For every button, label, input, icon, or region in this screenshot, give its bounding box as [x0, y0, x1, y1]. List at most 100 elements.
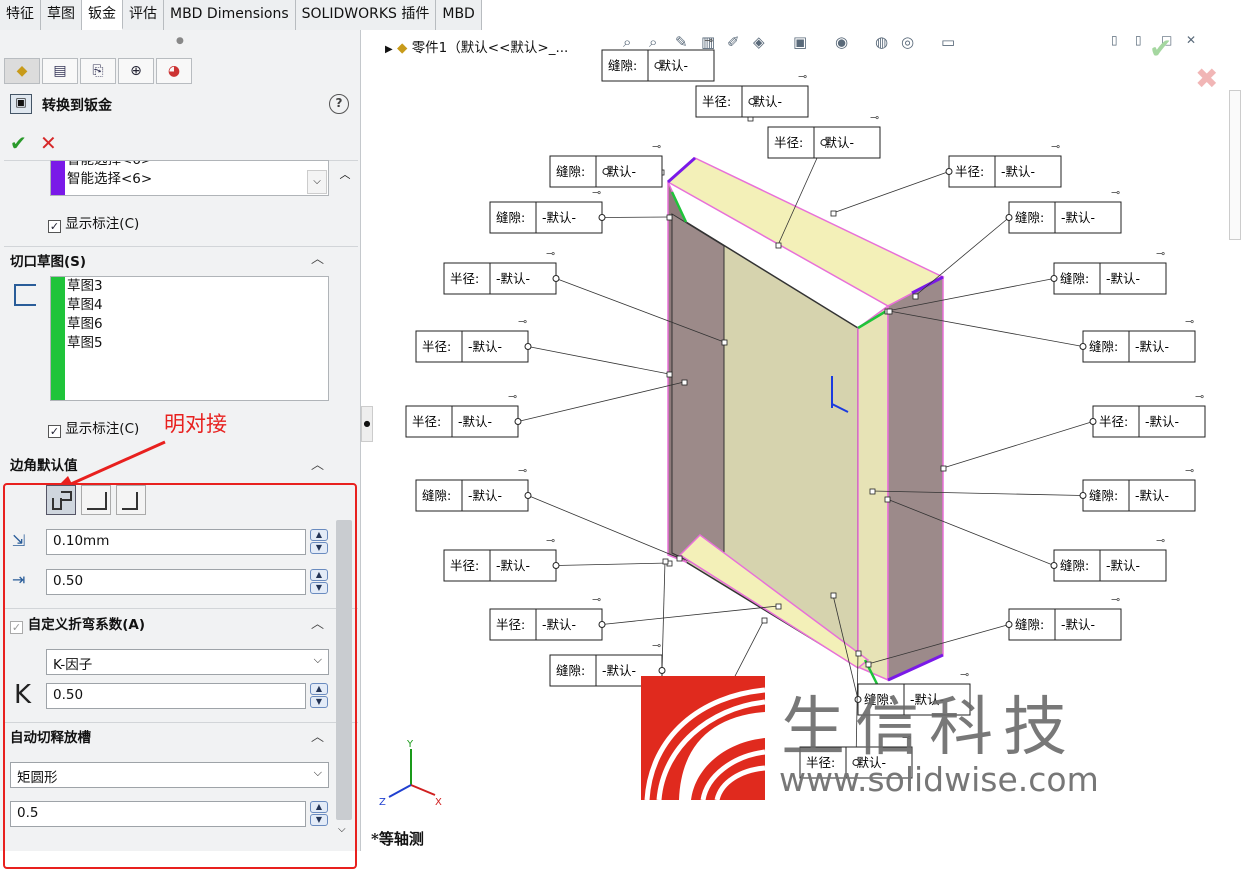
callout-value: -默认- — [496, 271, 530, 286]
display-manager-icon[interactable]: ◕ — [156, 58, 192, 84]
pin-icon: ⊸ — [870, 111, 879, 124]
relief-section-title[interactable]: 自动切释放槽 — [10, 726, 91, 746]
callout-value: -默认- — [1145, 414, 1179, 429]
callout-anchor — [1050, 562, 1058, 569]
underlap-corner-icon[interactable] — [116, 485, 146, 515]
callout-anchor — [598, 214, 606, 221]
gap-spinner[interactable]: ▲ ▼ — [310, 529, 328, 555]
ok-button[interactable]: ✔ — [10, 131, 27, 155]
attach-point — [830, 592, 837, 599]
callout-label: 缝隙: — [1015, 210, 1044, 225]
callout-value: -默认- — [1106, 558, 1140, 573]
panel-scroll-down[interactable]: ⌵ — [338, 824, 346, 835]
k-factor-spinner[interactable]: ▲ ▼ — [310, 683, 328, 709]
pin-icon: ⊸ — [592, 186, 601, 199]
callout-label: 缝隙: — [1089, 488, 1118, 503]
leader-line — [832, 171, 950, 214]
attach-point — [676, 555, 683, 562]
overlap-corner-icon[interactable] — [81, 485, 111, 515]
tab-sheet-metal[interactable]: 钣金 — [82, 0, 123, 30]
pin-icon: ⊸ — [1156, 247, 1165, 260]
dimxpert-manager-icon[interactable]: ⊕ — [118, 58, 154, 84]
pin-icon: ⊸ — [1111, 186, 1120, 199]
tab-mbd[interactable]: MBD — [436, 0, 482, 30]
tab-evaluate[interactable]: 评估 — [123, 0, 164, 30]
callout-value: -默认- — [542, 617, 576, 632]
leader-line — [555, 562, 670, 566]
attach-point — [940, 465, 947, 472]
leader-line — [661, 560, 666, 671]
tab-features[interactable]: 特征 — [0, 0, 41, 30]
x-axis — [410, 784, 436, 796]
help-icon[interactable]: ? — [329, 94, 349, 114]
relief-type-select[interactable]: 矩圆形 ⌵ — [10, 762, 329, 788]
leader-line — [601, 216, 670, 218]
panel-scrollbar[interactable] — [336, 520, 352, 820]
relief-ratio-spinner[interactable]: ▲ ▼ — [310, 801, 328, 827]
pin-icon: ⊸ — [518, 315, 527, 328]
corner-section-title[interactable]: 边角默认值 — [10, 454, 78, 474]
callout-label: 半径: — [774, 135, 803, 150]
watermark-text: 生信科技 — [781, 691, 1077, 765]
bend-allowance-checkbox[interactable]: ✓ 自定义折弯系数(A) — [10, 613, 145, 634]
configuration-manager-icon[interactable]: ⎘ — [80, 58, 116, 84]
open-butt-corner-icon[interactable] — [46, 485, 76, 515]
command-manager-tabs: 特征 草图 钣金 评估 MBD Dimensions SOLIDWORKS 插件… — [0, 0, 482, 30]
collapse-icon[interactable]: ︿ — [311, 454, 324, 473]
attach-point — [855, 650, 862, 657]
bend-type-select[interactable]: K-因子 ⌵ — [46, 649, 329, 675]
collapse-icon[interactable]: ︿ — [311, 248, 324, 267]
callout-label: 半径: — [702, 94, 731, 109]
pin-icon: ⊸ — [652, 140, 661, 153]
feature-manager-icon[interactable]: ◆ — [4, 58, 40, 84]
overlap-ratio-spinner[interactable]: ▲ ▼ — [310, 569, 328, 595]
pin-icon: ⊸ — [1156, 534, 1165, 547]
callout-label: 半径: — [450, 271, 479, 286]
callout-label: 缝隙: — [422, 488, 451, 503]
callout-anchor — [1050, 275, 1058, 282]
collapse-icon[interactable]: ︿ — [311, 613, 324, 632]
callout-value: -默认- — [496, 558, 530, 573]
pin-icon: ⊸ — [1111, 593, 1120, 606]
attach-point — [886, 308, 893, 315]
attach-point — [775, 242, 782, 249]
callout-value: -默认- — [1106, 271, 1140, 286]
callout-anchor — [524, 492, 532, 499]
callout-anchor — [945, 168, 953, 175]
callout-value: -默认- — [1001, 164, 1035, 179]
leader-line — [942, 421, 1094, 469]
callout-anchor — [1089, 418, 1097, 425]
pin-icon: ⊸ — [1185, 315, 1194, 328]
watermark-url: www.solidwise.com — [779, 760, 1099, 799]
callout-value: -默认- — [1061, 617, 1095, 632]
leader-line — [527, 495, 680, 559]
attach-point — [912, 293, 919, 300]
sketch-list[interactable]: 草图3 草图4 草图6 草图5 — [50, 276, 329, 401]
overlap-ratio-input[interactable]: 0.50 — [46, 569, 306, 595]
k-factor-input[interactable]: 0.50 — [46, 683, 306, 709]
gap-input[interactable]: 0.10mm — [46, 529, 306, 555]
tab-sketch[interactable]: 草图 — [41, 0, 82, 30]
panel-scroll-up[interactable]: ︿ — [336, 166, 354, 186]
convert-sheet-metal-icon: ▣ — [10, 94, 32, 114]
attach-point — [865, 661, 872, 668]
callout-label: 缝隙: — [1060, 271, 1089, 286]
splitter-handle[interactable]: ● — [176, 36, 184, 46]
graphics-area[interactable]: ● ⌕ ⌕ ✎ ▥ ✐ ◈ ▣ ◉ ◍ ◎ ▭ ▯ ▯ □ ✕ ▶ ◆ 零件1（… — [361, 30, 1241, 851]
tab-solidworks-addins[interactable]: SOLIDWORKS 插件 — [295, 0, 437, 30]
pin-icon: ⊸ — [518, 464, 527, 477]
callout-value: -默认- — [468, 339, 502, 354]
relief-ratio-input[interactable]: 0.5 — [10, 801, 306, 827]
sketch-section-title[interactable]: 切口草图(S) — [10, 250, 86, 270]
callout-label: 半径: — [955, 164, 984, 179]
callout-label: 半径: — [496, 617, 525, 632]
tab-mbd-dimensions[interactable]: MBD Dimensions — [164, 0, 296, 30]
cancel-button[interactable]: ✕ — [40, 131, 57, 155]
show-annotations-checkbox[interactable]: ✓ 显示标注(C) — [48, 212, 139, 233]
edge-selection-list[interactable]: 智能选择<6> 智能选择<6> — [50, 160, 329, 196]
leader-line — [601, 605, 779, 625]
property-manager-icon[interactable]: ▤ — [42, 58, 78, 84]
list-scroll-down[interactable]: ⌵ — [307, 170, 327, 194]
collapse-icon[interactable]: ︿ — [311, 726, 324, 745]
pin-icon: ⊸ — [508, 390, 517, 403]
